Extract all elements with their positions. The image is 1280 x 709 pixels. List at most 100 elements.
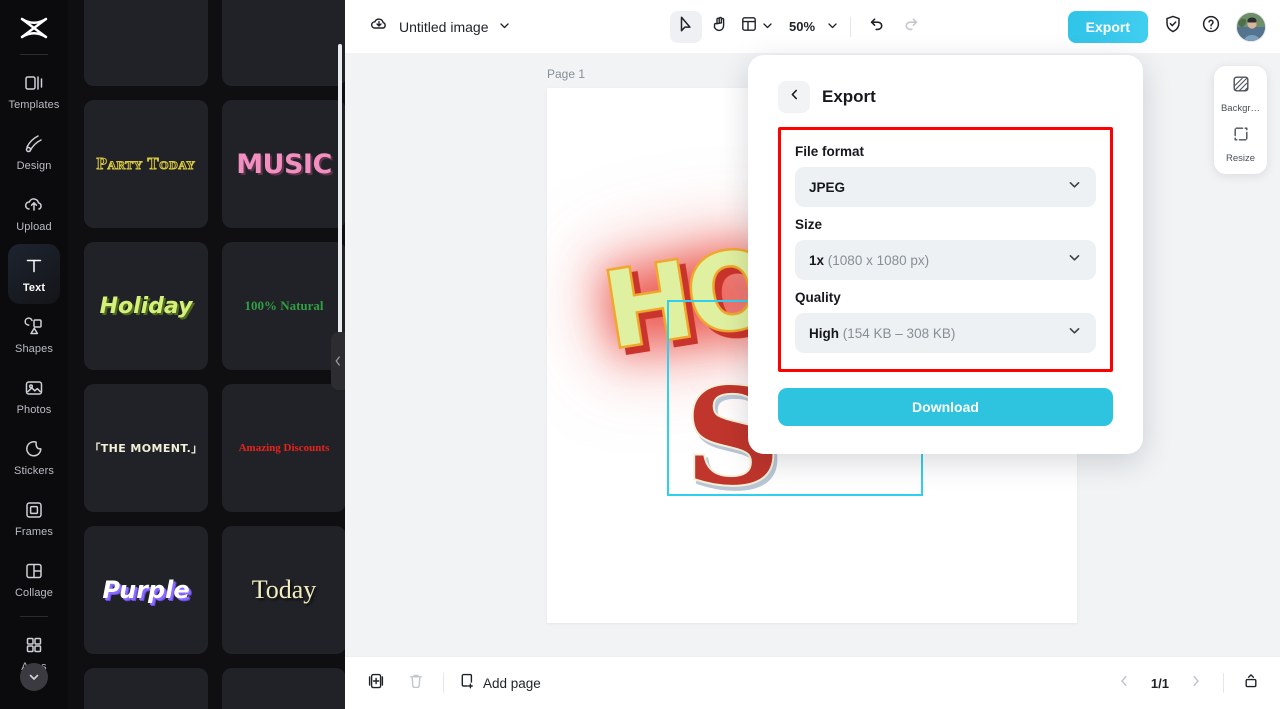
sidebar-item-shapes[interactable]: Shapes <box>8 305 60 365</box>
cursor-select-icon <box>677 15 695 38</box>
redo-icon <box>902 15 920 38</box>
chevron-down-icon <box>1067 250 1082 270</box>
sidebar-item-design[interactable]: Design <box>8 122 60 182</box>
document-title-group[interactable]: Untitled image <box>369 14 510 39</box>
collage-icon <box>23 560 45 582</box>
sidebar-item-text[interactable]: Text <box>8 244 60 304</box>
page-label: Page 1 <box>547 67 586 81</box>
export-back-button[interactable] <box>778 81 810 113</box>
shield-check-button[interactable] <box>1160 14 1186 40</box>
right-float-toolbar: Backgr… Resize <box>1214 66 1267 174</box>
help-button[interactable] <box>1198 14 1224 40</box>
zoom-control[interactable]: 50% <box>777 18 840 36</box>
canvas-tools: 50% <box>670 0 927 53</box>
add-page-label: Add page <box>483 675 541 691</box>
list-item[interactable]: 100% Natural <box>222 242 345 370</box>
bottom-toolbar: Add page 1/1 <box>345 656 1280 709</box>
add-page-button[interactable]: Add page <box>458 672 541 695</box>
rail-collapse-button[interactable] <box>20 663 48 691</box>
design-icon <box>23 133 45 155</box>
list-item[interactable] <box>84 0 208 86</box>
avatar[interactable] <box>1236 11 1266 42</box>
templates-icon <box>23 72 45 94</box>
sidebar-item-label: Photos <box>16 403 52 416</box>
list-item[interactable] <box>222 0 345 86</box>
text-icon <box>23 255 45 277</box>
sidebar-item-frames[interactable]: Frames <box>8 488 60 548</box>
cursor-select-tool[interactable] <box>670 10 702 43</box>
cloud-save-icon <box>369 14 389 39</box>
trash-icon <box>407 672 425 695</box>
next-page-button[interactable] <box>1183 670 1209 696</box>
bottom-divider <box>443 673 444 693</box>
sidebar-item-label: Design <box>16 159 52 172</box>
list-item[interactable]: SALE <box>84 668 208 709</box>
thumb-label: Amazing Discounts <box>238 442 330 454</box>
list-item[interactable]: Today <box>222 526 345 654</box>
redo-button[interactable] <box>895 11 927 43</box>
sidebar-item-photos[interactable]: Photos <box>8 366 60 426</box>
list-item[interactable]: SHOP NOW <box>222 668 345 709</box>
chevron-down-icon <box>1067 177 1082 197</box>
quality-select[interactable]: High (154 KB – 308 KB) <box>795 313 1096 353</box>
chevron-down-icon <box>827 18 838 36</box>
chevron-down-icon <box>762 18 773 36</box>
chevron-down-icon[interactable] <box>499 18 510 36</box>
page-grid-button[interactable] <box>1238 670 1264 696</box>
size-detail: (1080 x 1080 px) <box>827 252 930 268</box>
prev-page-button[interactable] <box>1111 670 1137 696</box>
panel-collapse-handle[interactable] <box>331 332 345 390</box>
capcut-logo-icon[interactable] <box>0 6 68 50</box>
thumb-label: Purple <box>102 576 190 604</box>
page-grid-icon <box>1242 672 1260 695</box>
undo-button[interactable] <box>861 11 893 43</box>
layout-tool[interactable] <box>738 15 775 38</box>
hand-pan-tool[interactable] <box>704 11 736 43</box>
sidebar-item-label: Shapes <box>15 342 53 355</box>
list-item[interactable]: Holiday <box>84 242 208 370</box>
quality-value: High <box>809 325 839 341</box>
sidebar-item-label: Templates <box>8 98 60 111</box>
document-title: Untitled image <box>399 18 489 35</box>
background-icon <box>1231 74 1251 99</box>
sidebar-item-upload[interactable]: Upload <box>8 183 60 243</box>
sidebar-item-stickers[interactable]: Stickers <box>8 427 60 487</box>
list-item[interactable]: Amazing Discounts <box>222 384 345 512</box>
resize-label: Resize <box>1225 153 1256 164</box>
file-format-value: JPEG <box>809 179 846 195</box>
export-options-highlight: File format JPEG Size 1x (1080 x 1080 px… <box>778 127 1113 372</box>
toolbar-divider <box>850 16 852 37</box>
add-page-icon <box>458 672 476 695</box>
sidebar-item-label: Frames <box>15 525 53 538</box>
file-format-select[interactable]: JPEG <box>795 167 1096 207</box>
stickers-icon <box>23 438 45 460</box>
bottom-left-actions: Add page <box>363 670 541 696</box>
download-button[interactable]: Download <box>778 388 1113 426</box>
sidebar-item-templates[interactable]: Templates <box>8 61 60 121</box>
list-item[interactable]: Party Today <box>84 100 208 228</box>
delete-page-button[interactable] <box>403 670 429 696</box>
background-label: Backgr… <box>1220 103 1261 114</box>
export-button[interactable]: Export <box>1067 10 1148 43</box>
chevron-down-icon <box>1067 323 1082 343</box>
background-button[interactable]: Backgr… <box>1214 74 1267 114</box>
list-item[interactable]: Purple <box>84 526 208 654</box>
sidebar-item-collage[interactable]: Collage <box>8 549 60 609</box>
thumb-label: 「THE MOMENT.」 <box>89 442 203 455</box>
sidebar-item-label: Stickers <box>14 464 54 477</box>
resize-button[interactable]: Resize <box>1214 124 1267 164</box>
text-styles-grid: Party Today MUSIC Holiday 100% Natural 「… <box>68 0 345 709</box>
thumb-label: Holiday <box>99 293 193 319</box>
text-styles-panel: Party Today MUSIC Holiday 100% Natural 「… <box>68 0 345 709</box>
duplicate-page-button[interactable] <box>363 670 389 696</box>
size-select[interactable]: 1x (1080 x 1080 px) <box>795 240 1096 280</box>
thumb-label: MUSIC <box>236 148 332 180</box>
frames-icon <box>23 499 45 521</box>
rail-divider-top <box>20 54 48 55</box>
bottom-divider-right <box>1223 673 1224 693</box>
hand-pan-icon <box>711 15 729 38</box>
list-item[interactable]: 「THE MOMENT.」 <box>84 384 208 512</box>
panel-scrollbar[interactable] <box>338 44 342 344</box>
list-item[interactable]: MUSIC <box>222 100 345 228</box>
file-format-label: File format <box>795 144 865 159</box>
